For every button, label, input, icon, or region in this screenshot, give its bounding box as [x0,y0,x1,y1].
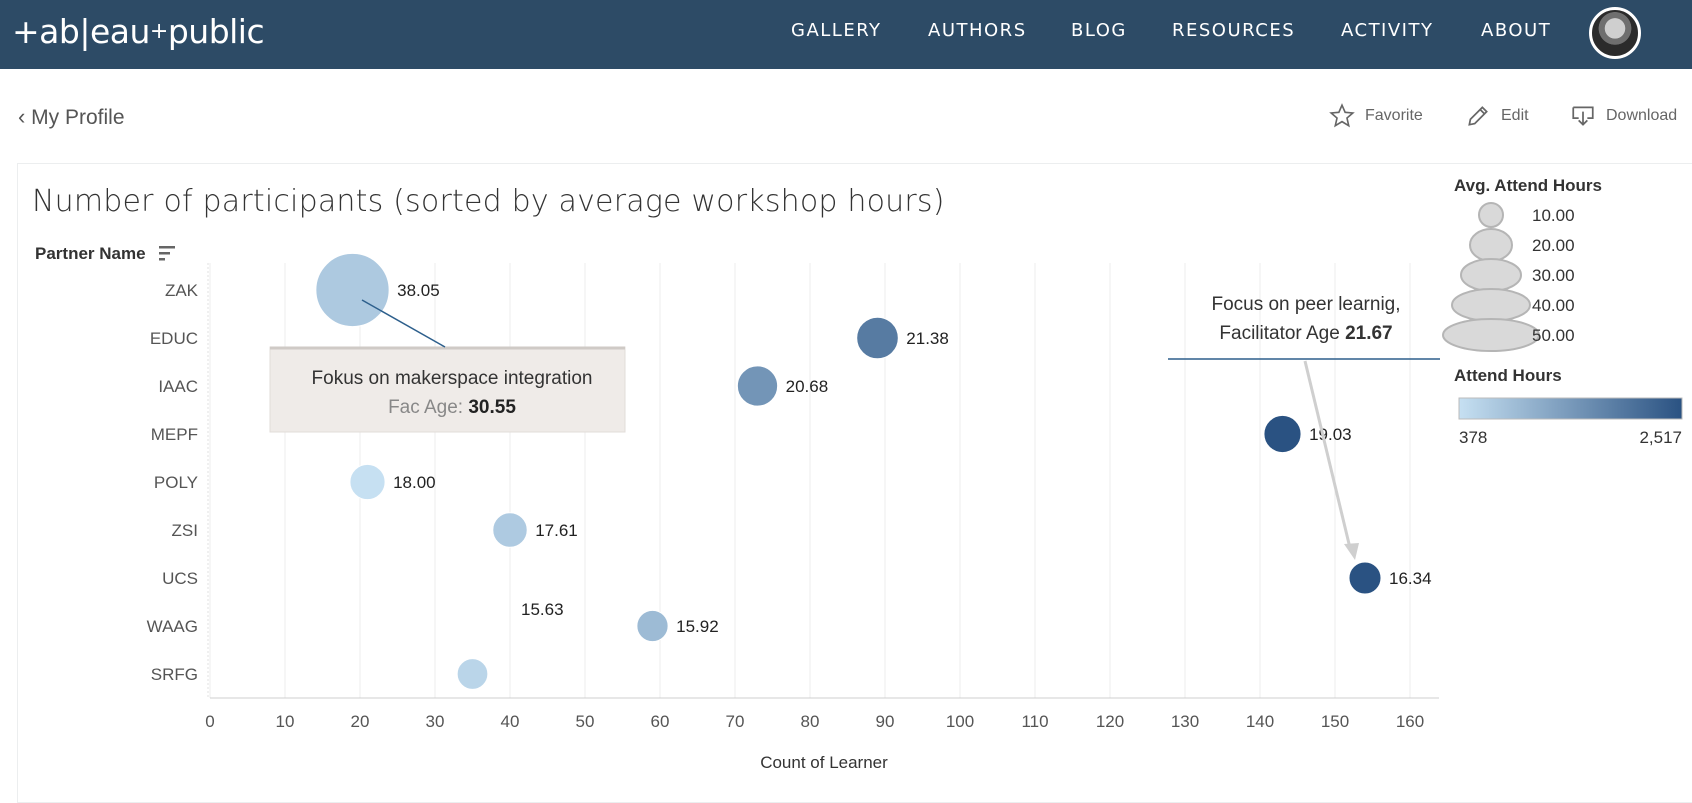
value-label: 19.03 [1309,425,1352,444]
value-label: 17.61 [535,521,578,540]
x-tick-label: 150 [1321,712,1349,731]
value-label: 38.05 [397,281,440,300]
size-legend-label: 20.00 [1532,236,1575,255]
y-axis-title: Partner Name [35,244,146,263]
y-category-label: UCS [162,569,198,588]
x-tick-label: 160 [1396,712,1424,731]
y-category-label: ZAK [165,281,199,300]
value-label: 16.34 [1389,569,1432,588]
annotation-leader-line [361,299,446,348]
bubble-chart: 0 10 20 30 40 50 60 70 80 90 100 110 120 130 140 150 160… [35,176,1683,772]
x-tick-label: 60 [651,712,670,731]
bubble-educ [856,316,899,360]
x-axis-title: Count of Learner [760,753,888,772]
annotation-subtext: Facilitator Age 21.67 [1219,323,1392,344]
annotation-text: Fokus on makerspace integration [312,368,593,389]
x-tick-label: 130 [1171,712,1199,731]
annotation-subtext: Fac Age: 30.55 [388,397,516,418]
bubble-zak [315,252,390,328]
x-tick-label: 100 [946,712,974,731]
x-tick-label: 120 [1096,712,1124,731]
y-category-label: EDUC [150,329,198,348]
x-tick-label: 0 [205,712,214,731]
sort-icon [159,258,165,261]
value-label: 18.00 [393,473,436,492]
color-legend-max: 2,517 [1639,428,1682,447]
x-tick-label: 110 [1021,712,1048,731]
bubble-waag [636,609,669,643]
value-label: 21.38 [906,329,949,348]
x-tick-label: 40 [501,712,520,731]
size-legend-label: 30.00 [1532,266,1575,285]
size-legend-label: 10.00 [1532,206,1575,225]
value-label: 15.92 [676,617,719,636]
color-legend-gradient [1458,397,1683,420]
bubble-ucs [1348,561,1382,595]
annotation-box [269,346,626,433]
x-tick-label: 70 [726,712,745,731]
y-category-label: WAAG [147,617,198,636]
x-tick-label: 140 [1246,712,1274,731]
size-legend-title: Avg. Attend Hours [1454,176,1602,195]
size-legend-bubble [1442,318,1540,352]
size-legend-bubble [1451,288,1531,322]
size-legend-bubble [1460,258,1522,292]
y-category-label: IAAC [158,377,198,396]
annotation-text: Focus on peer learnig, [1211,294,1400,315]
size-legend-bubble [1469,228,1513,262]
y-category-label: MEPF [151,425,198,444]
sort-icon [159,246,175,249]
x-tick-label: 50 [576,712,595,731]
y-category-label: POLY [154,473,198,492]
annotation-arrow-line [1303,360,1352,549]
x-tick-label: 30 [426,712,445,731]
bubble-zsi [492,512,528,548]
x-tick-label: 10 [276,712,295,731]
x-tick-label: 90 [876,712,895,731]
annotation-arrowhead [1344,543,1359,560]
value-label: 15.63 [521,600,564,619]
bubble-iaac [736,365,779,407]
size-legend-bubble [1478,202,1504,228]
value-label: 20.68 [786,377,829,396]
color-legend-title: Attend Hours [1454,366,1562,385]
color-legend-min: 378 [1459,428,1487,447]
size-legend-label: 50.00 [1532,326,1575,345]
bubble-poly [349,463,386,501]
y-category-label: SRFG [151,665,198,684]
y-category-label: ZSI [172,521,198,540]
sort-icon [159,252,170,255]
bubble-srfg [456,658,489,690]
x-tick-label: 20 [351,712,370,731]
bubble-mepf [1263,414,1302,454]
size-legend-label: 40.00 [1532,296,1575,315]
x-tick-label: 80 [801,712,820,731]
